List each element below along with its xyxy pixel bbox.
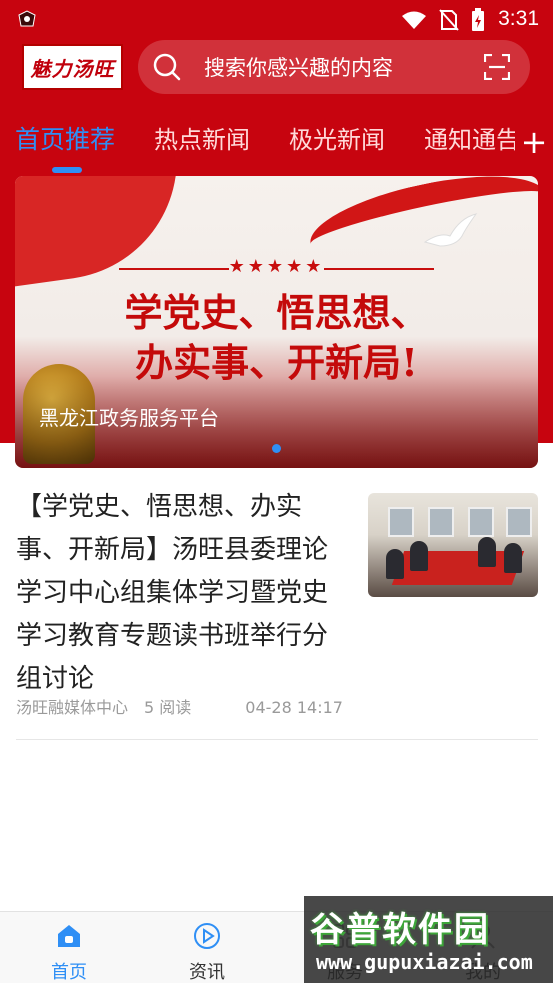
nav-home[interactable]: 首页	[0, 912, 138, 983]
article-time: 04-28 14:17	[245, 698, 343, 717]
logo-text: 魅力汤旺	[30, 56, 115, 81]
nav-news[interactable]: 资讯	[138, 912, 276, 983]
search-icon	[153, 53, 181, 81]
nav-home-label: 首页	[51, 962, 87, 983]
wifi-icon	[402, 11, 426, 29]
search-bar[interactable]: 搜索你感兴趣的内容	[138, 40, 530, 94]
search-placeholder: 搜索你感兴趣的内容	[204, 56, 393, 80]
scan-icon[interactable]	[484, 54, 510, 80]
dove-icon	[423, 213, 478, 247]
tab-aurora-news[interactable]: 极光新闻	[289, 120, 385, 155]
article-meta: 汤旺融媒体中心 5 阅读 04-28 14:17	[16, 694, 359, 718]
watermark-title: 谷普软件园	[310, 910, 490, 950]
status-bar: 3:31	[0, 0, 553, 38]
article-source: 汤旺融媒体中心	[16, 698, 129, 717]
tab-active-indicator	[52, 167, 82, 173]
article-title[interactable]: 【学党史、悟思想、办实事、开新局】汤旺县委理论学习中心组集体学习暨党史学习教育专…	[16, 486, 346, 701]
tab-notices[interactable]: 通知通告	[424, 120, 515, 155]
news-list-item[interactable]: 【学党史、悟思想、办实事、开新局】汤旺县委理论学习中心组集体学习暨党史学习教育专…	[16, 486, 538, 740]
battery-icon	[472, 8, 484, 31]
banner-slogan-line1: 学党史、悟思想、	[124, 290, 429, 335]
article-thumbnail[interactable]	[368, 493, 538, 597]
play-circle-icon	[194, 923, 220, 949]
watermark-overlay: 谷普软件园 www.gupuxiazai.com	[304, 896, 553, 983]
home-icon	[58, 925, 80, 947]
app-logo[interactable]: 魅力汤旺	[22, 44, 123, 90]
tab-home-recommend[interactable]: 首页推荐	[15, 120, 115, 156]
banner-caption: 黑龙江政务服务平台	[39, 406, 219, 430]
tab-hot-news[interactable]: 热点新闻	[154, 120, 250, 155]
banner-stars: ★★★★★	[228, 256, 325, 277]
app-notification-icon	[18, 10, 36, 27]
channel-tabs: 首页推荐 热点新闻 极光新闻 通知通告 +	[0, 112, 553, 173]
app-header: 魅力汤旺 搜索你感兴趣的内容	[0, 38, 553, 100]
add-channel-button[interactable]: +	[520, 122, 548, 162]
nav-news-label: 资讯	[189, 962, 225, 983]
banner-carousel[interactable]: ★★★★★ 学党史、悟思想、 办实事、开新局! 黑龙江政务服务平台	[15, 176, 538, 468]
article-reads: 5 阅读	[144, 698, 192, 717]
no-sim-icon	[439, 9, 459, 31]
watermark-url: www.gupuxiazai.com	[316, 950, 533, 974]
carousel-dot-active[interactable]	[272, 444, 281, 453]
clock: 3:31	[498, 7, 539, 30]
